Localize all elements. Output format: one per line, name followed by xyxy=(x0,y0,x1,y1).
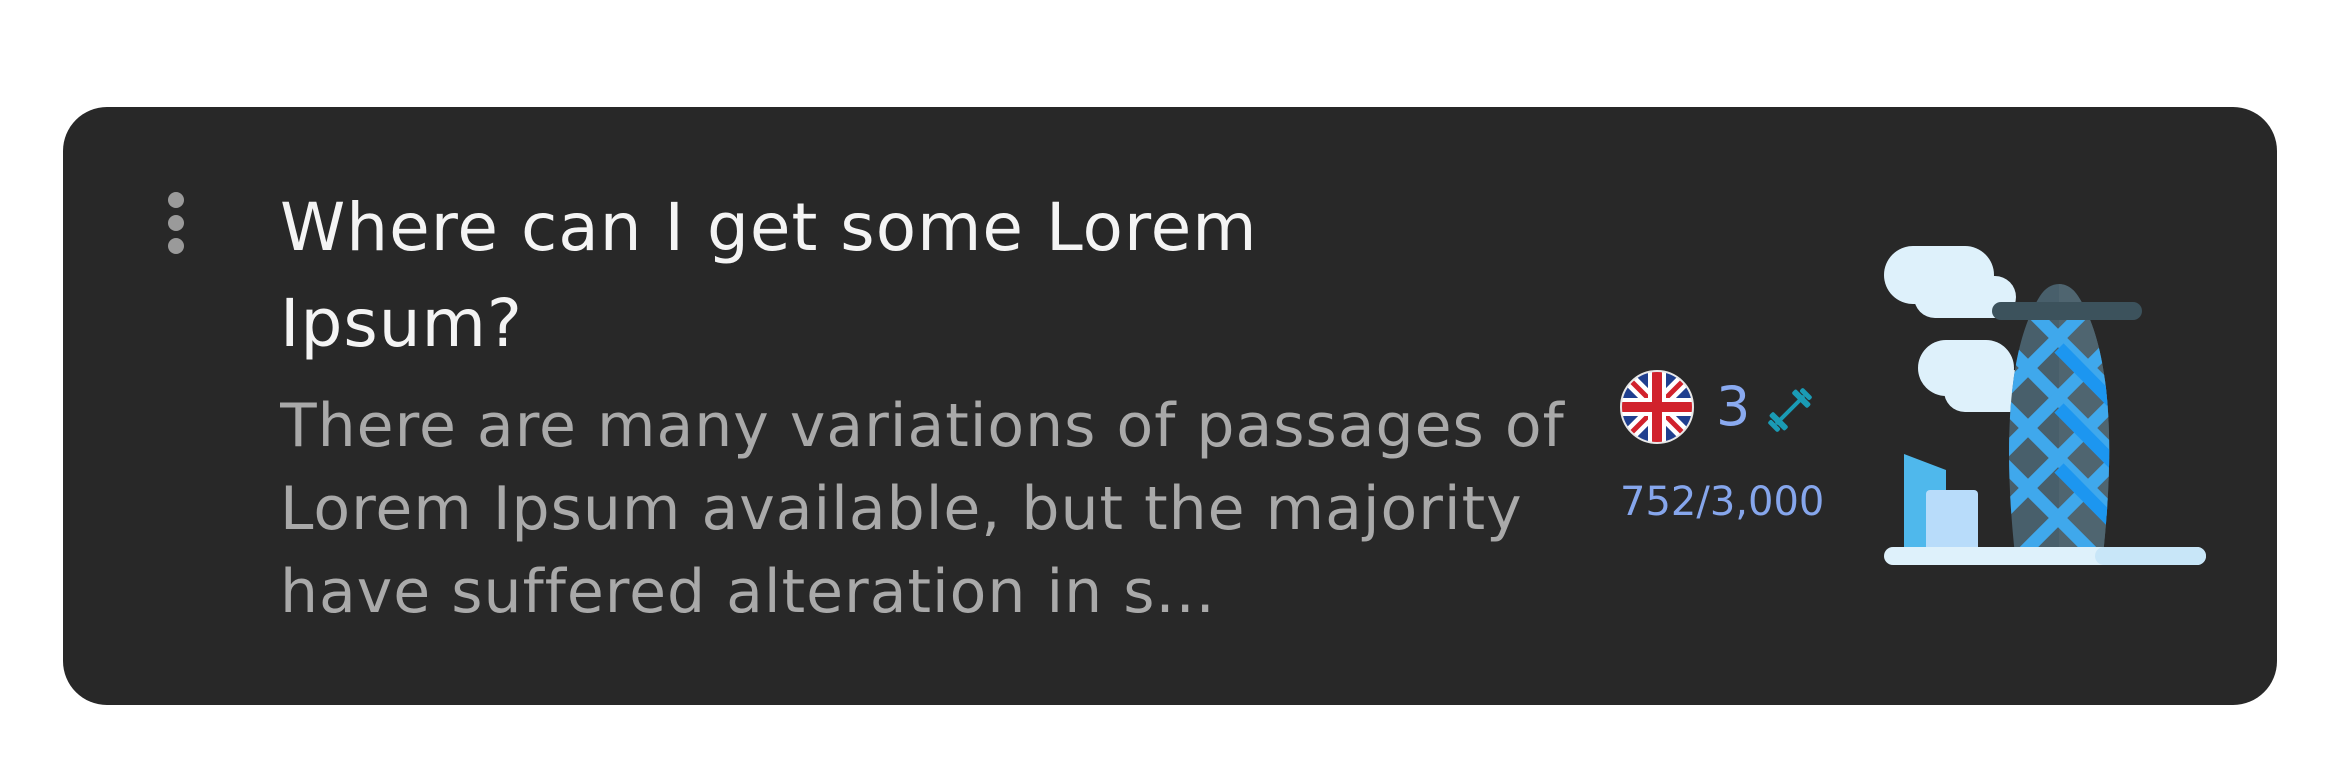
uk-flag-icon xyxy=(1620,370,1694,444)
level-count: 3 xyxy=(1716,375,1751,438)
gherkin-building-illustration xyxy=(1884,246,2206,565)
dot xyxy=(168,215,184,231)
card-description: There are many variations of passages of… xyxy=(280,391,1565,627)
dot xyxy=(168,238,184,254)
dumbbell-icon xyxy=(1768,388,1812,432)
progress-text: 752/3,000 xyxy=(1620,479,1825,525)
card-title: Where can I get some Lorem Ipsum? xyxy=(280,189,1258,362)
more-options-button[interactable] xyxy=(158,188,194,258)
dot xyxy=(168,192,184,208)
